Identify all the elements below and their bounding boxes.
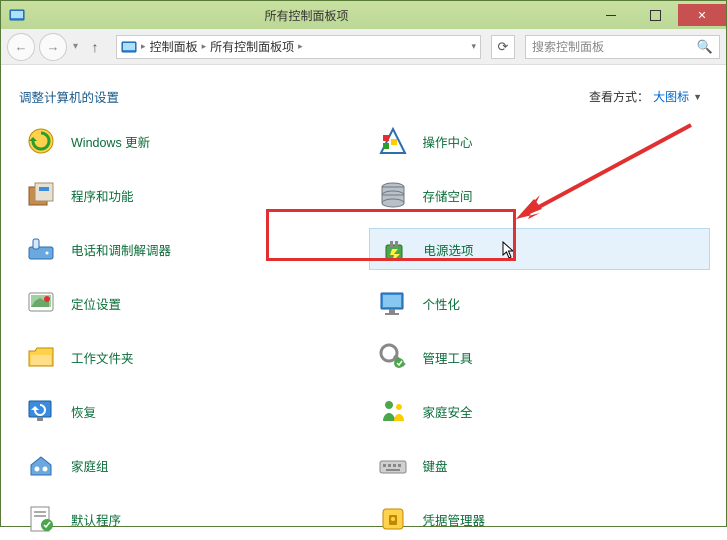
- programs-icon: [25, 179, 57, 211]
- search-input[interactable]: 搜索控制面板 🔍: [525, 35, 720, 59]
- view-mode-label: 查看方式：: [589, 88, 649, 105]
- history-dropdown-icon[interactable]: ▾: [71, 41, 80, 52]
- item-label: 个性化: [423, 294, 461, 313]
- item-label: 默认程序: [71, 510, 121, 529]
- windows-update-icon: [25, 125, 57, 157]
- item-personalization[interactable]: 个性化: [369, 282, 711, 324]
- item-work-folders[interactable]: 工作文件夹: [17, 336, 359, 378]
- item-homegroup[interactable]: 家庭组: [17, 444, 359, 486]
- personalization-icon: [377, 287, 409, 319]
- up-button[interactable]: ↑: [84, 36, 106, 58]
- chevron-down-icon[interactable]: ▼: [693, 92, 702, 102]
- item-phone-modem[interactable]: 电话和调制解调器: [17, 228, 359, 270]
- item-label: 键盘: [423, 456, 448, 475]
- page-title: 调整计算机的设置: [19, 87, 119, 106]
- item-storage[interactable]: 存储空间: [369, 174, 711, 216]
- item-label: 存储空间: [423, 186, 473, 205]
- item-credential-manager[interactable]: 凭据管理器: [369, 498, 711, 540]
- item-label: 工作文件夹: [71, 348, 134, 367]
- action-center-icon: [377, 125, 409, 157]
- control-panel-icon: [9, 7, 25, 23]
- item-power-options[interactable]: 电源选项: [369, 228, 711, 270]
- admin-tools-icon: [377, 341, 409, 373]
- page-header: 调整计算机的设置 查看方式： 大图标 ▼: [1, 65, 726, 120]
- storage-icon: [377, 179, 409, 211]
- breadcrumb-seg-2[interactable]: 所有控制面板项: [206, 38, 298, 55]
- cursor-icon: [502, 241, 518, 264]
- item-default-programs[interactable]: 默认程序: [17, 498, 359, 540]
- window-title: 所有控制面板项: [25, 7, 588, 24]
- item-action-center[interactable]: 操作中心: [369, 120, 711, 162]
- default-programs-icon: [25, 503, 57, 535]
- close-button[interactable]: [678, 4, 726, 26]
- item-label: 电源选项: [424, 240, 474, 259]
- navbar: ← → ▾ ↑ ▸ 控制面板 ▸ 所有控制面板项 ▸ ▾ ⟳ 搜索控制面板 🔍: [1, 29, 726, 65]
- search-placeholder: 搜索控制面板: [532, 38, 697, 55]
- back-button[interactable]: ←: [7, 33, 35, 61]
- homegroup-icon: [25, 449, 57, 481]
- item-recovery[interactable]: 恢复: [17, 390, 359, 432]
- titlebar: 所有控制面板项: [1, 1, 726, 29]
- refresh-button[interactable]: ⟳: [491, 35, 515, 59]
- work-folders-icon: [25, 341, 57, 373]
- item-label: 恢复: [71, 402, 96, 421]
- window-controls: [588, 4, 726, 26]
- control-panel-items: Windows 更新 操作中心 程序和功能 存储空间 电话和调制解调器 电源选项: [1, 120, 726, 540]
- view-mode: 查看方式： 大图标 ▼: [589, 88, 702, 105]
- item-programs[interactable]: 程序和功能: [17, 174, 359, 216]
- item-label: 管理工具: [423, 348, 473, 367]
- credential-manager-icon: [377, 503, 409, 535]
- family-safety-icon: [377, 395, 409, 427]
- view-mode-link[interactable]: 大图标: [653, 88, 689, 105]
- item-label: 凭据管理器: [423, 510, 486, 529]
- power-options-icon: [378, 233, 410, 265]
- item-label: 操作中心: [423, 132, 473, 151]
- keyboard-icon: [377, 449, 409, 481]
- item-windows-update[interactable]: Windows 更新: [17, 120, 359, 162]
- maximize-button[interactable]: [633, 4, 678, 26]
- search-icon: 🔍: [697, 39, 713, 55]
- chevron-down-icon[interactable]: ▾: [471, 41, 476, 52]
- item-admin-tools[interactable]: 管理工具: [369, 336, 711, 378]
- item-label: 定位设置: [71, 294, 121, 313]
- item-label: Windows 更新: [71, 132, 150, 151]
- forward-button[interactable]: →: [39, 33, 67, 61]
- item-family-safety[interactable]: 家庭安全: [369, 390, 711, 432]
- chevron-right-icon: ▸: [298, 41, 303, 52]
- item-label: 家庭安全: [423, 402, 473, 421]
- item-location[interactable]: 定位设置: [17, 282, 359, 324]
- recovery-icon: [25, 395, 57, 427]
- breadcrumb-seg-1[interactable]: 控制面板: [146, 38, 202, 55]
- location-icon: [25, 287, 57, 319]
- control-panel-icon: [121, 39, 137, 55]
- item-label: 程序和功能: [71, 186, 134, 205]
- item-label: 家庭组: [71, 456, 109, 475]
- phone-modem-icon: [25, 233, 57, 265]
- minimize-button[interactable]: [588, 4, 633, 26]
- breadcrumb[interactable]: ▸ 控制面板 ▸ 所有控制面板项 ▸ ▾: [116, 35, 481, 59]
- item-keyboard[interactable]: 键盘: [369, 444, 711, 486]
- item-label: 电话和调制解调器: [71, 240, 171, 259]
